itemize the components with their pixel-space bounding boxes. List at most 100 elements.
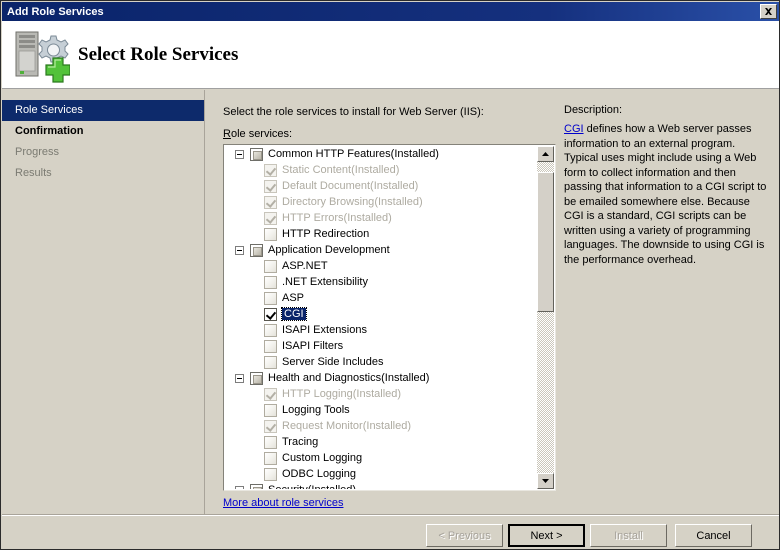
tree-row[interactable]: .NET Extensibility [225,274,538,290]
scrollbar-thumb[interactable] [537,172,554,312]
role-services-label: Role services: [223,128,292,140]
checkbox-installed [264,196,277,209]
checkbox-parent[interactable] [250,148,263,161]
sidebar-item-label: Results [15,167,52,179]
sidebar-item-confirmation[interactable]: Confirmation [2,121,204,142]
tree-row[interactable]: HTTP Redirection [225,226,538,242]
checkbox-installed [264,180,277,193]
checkbox-empty[interactable] [264,228,277,241]
collapse-icon[interactable] [235,486,244,490]
tree-row[interactable]: Server Side Includes [225,354,538,370]
tree-row-label: Request Monitor [282,420,363,432]
description-text: defines how a Web server passes informat… [564,123,766,266]
sidebar-item-label: Progress [15,146,59,158]
tree-row-status: (Installed) [363,420,411,432]
checkbox-empty[interactable] [264,340,277,353]
cancel-button-label: Cancel [696,530,730,542]
tree-row-label: ASP.NET [282,260,328,272]
checkbox-parent[interactable] [250,372,263,385]
checkbox-empty[interactable] [264,436,277,449]
tree-row-label: Health and Diagnostics [268,372,381,384]
checkbox-empty[interactable] [264,260,277,273]
sidebar-item-label: Role Services [15,104,83,116]
checkbox-empty[interactable] [264,276,277,289]
add-role-services-dialog: Add Role Services Select Role Servic [0,0,780,550]
tree-row[interactable]: HTTP Errors(Installed) [225,210,538,226]
tree-row[interactable]: Health and Diagnostics(Installed) [225,370,538,386]
tree-row-label: HTTP Redirection [282,228,369,240]
collapse-icon[interactable] [235,246,244,255]
checkbox-checked[interactable] [264,308,277,321]
description-link-cgi[interactable]: CGI [564,123,584,135]
checkbox-parent[interactable] [250,244,263,257]
tree-row[interactable]: HTTP Logging(Installed) [225,386,538,402]
tree-row-label: .NET Extensibility [282,276,368,288]
tree-row[interactable]: Request Monitor(Installed) [225,418,538,434]
tree-row[interactable]: Tracing [225,434,538,450]
checkbox-parent[interactable] [250,484,263,490]
checkbox-empty[interactable] [264,452,277,465]
tree-row-label: Tracing [282,436,318,448]
tree-row-status: (Installed) [308,484,356,489]
scroll-up-button[interactable] [537,146,554,162]
collapse-icon[interactable] [235,374,244,383]
close-button[interactable] [760,4,777,19]
cancel-button[interactable]: Cancel [675,524,752,547]
sidebar-item-role-services[interactable]: Role Services [2,100,204,121]
server-role-add-icon [10,27,70,83]
tree-row-label: Application Development [268,244,390,256]
title-bar: Add Role Services [2,2,780,21]
tree-row-label: Logging Tools [282,404,350,416]
tree-row[interactable]: Static Content(Installed) [225,162,538,178]
tree-row[interactable]: Directory Browsing(Installed) [225,194,538,210]
tree-row[interactable]: ISAPI Filters [225,338,538,354]
tree-row-label: HTTP Errors [282,212,344,224]
checkbox-empty[interactable] [264,292,277,305]
checkbox-empty[interactable] [264,356,277,369]
tree-row-label: Security [268,484,308,489]
description-title: Description: [564,104,768,116]
role-services-tree[interactable]: Common HTTP Features(Installed)Static Co… [225,146,538,489]
tree-row-label: ODBC Logging [282,468,356,480]
tree-row[interactable]: ODBC Logging [225,466,538,482]
tree-row[interactable]: ASP [225,290,538,306]
tree-row[interactable]: ASP.NET [225,258,538,274]
tree-row[interactable]: Security(Installed) [225,482,538,489]
tree-row-label: ASP [282,292,304,304]
tree-row[interactable]: Logging Tools [225,402,538,418]
tree-row[interactable]: ISAPI Extensions [225,322,538,338]
checkbox-empty[interactable] [264,324,277,337]
tree-row[interactable]: Custom Logging [225,450,538,466]
previous-button-label: < Previous [438,530,490,542]
window-title: Add Role Services [7,6,104,18]
checkbox-empty[interactable] [264,404,277,417]
tree-row[interactable]: Default Document(Installed) [225,178,538,194]
wizard-steps-sidebar: Role Services Confirmation Progress Resu… [2,90,205,550]
more-about-role-services-link[interactable]: More about role services [223,497,343,509]
description-panel: Description: CGI defines how a Web serve… [564,104,768,267]
triangle-down-icon [542,479,549,483]
scroll-down-button[interactable] [537,473,554,489]
next-button-label: Next > [530,530,562,542]
sidebar-item-results: Results [2,163,204,184]
checkbox-installed [264,164,277,177]
tree-row[interactable]: Application Development [225,242,538,258]
triangle-up-icon [542,152,549,156]
checkbox-installed [264,388,277,401]
role-services-scrollbar[interactable] [537,146,554,489]
footer-button-bar: < Previous Next > Install Cancel [2,515,780,550]
tree-row[interactable]: CGI [225,306,538,322]
install-button: Install [590,524,667,547]
collapse-icon[interactable] [235,150,244,159]
role-services-listbox[interactable]: Common HTTP Features(Installed)Static Co… [223,144,556,491]
main-pane: Select the role services to install for … [206,90,780,509]
tree-row-status: (Installed) [374,196,422,208]
next-button[interactable]: Next > [508,524,585,547]
checkbox-empty[interactable] [264,468,277,481]
tree-row[interactable]: Common HTTP Features(Installed) [225,146,538,162]
tree-row-label: Directory Browsing [282,196,374,208]
tree-row-status: (Installed) [351,164,399,176]
install-button-label: Install [614,530,643,542]
role-services-label-rest: ole services: [231,128,292,140]
tree-row-label: Common HTTP Features [268,148,391,160]
